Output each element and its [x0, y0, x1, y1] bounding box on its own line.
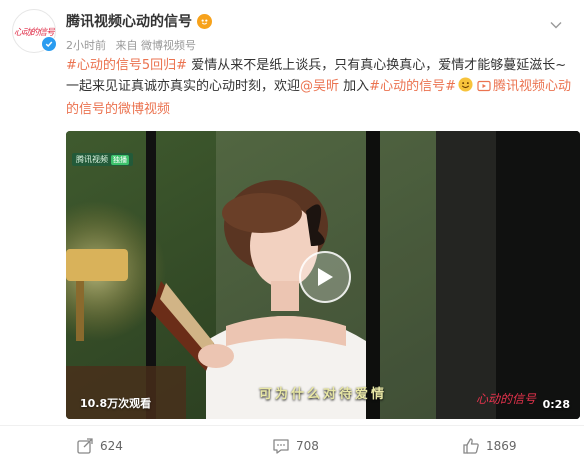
avatar[interactable]: 心动的信号	[12, 9, 57, 53]
brand-sub: 独播	[111, 154, 129, 165]
hashtag-link-2[interactable]: #心动的信号#	[369, 79, 456, 94]
comment-button[interactable]: 708	[272, 433, 319, 459]
fan-badge-icon[interactable]	[197, 13, 212, 29]
post-text-2: 加入	[339, 79, 370, 94]
play-button[interactable]	[299, 251, 351, 303]
thumbs-up-icon	[463, 438, 479, 454]
video-player[interactable]: 腾讯视频 独播 可为什么对待爱情 10.8万次观看 心动的信号 0:28	[66, 131, 580, 419]
like-button[interactable]: 1869	[462, 433, 517, 459]
post-time[interactable]: 2小时前	[66, 39, 106, 52]
chevron-down-icon[interactable]	[550, 14, 562, 33]
divider	[0, 425, 584, 426]
play-icon	[318, 268, 333, 286]
post-meta: 2小时前 来自 微博视频号	[66, 37, 202, 53]
like-count: 1869	[486, 439, 517, 453]
share-button[interactable]: 624	[76, 433, 123, 459]
author-row: 腾讯视频心动的信号	[66, 11, 212, 31]
share-count: 624	[100, 439, 123, 453]
weibo-post: 心动的信号 腾讯视频心动的信号 2小时前 来自 微博视频号 #心动的信号5回归#…	[0, 0, 584, 460]
author-name[interactable]: 腾讯视频心动的信号	[66, 11, 192, 31]
post-content: #心动的信号5回归# 爱情从来不是纸上谈兵，只有真心换真心，爱情才能够蔓延滋长~…	[66, 55, 578, 120]
share-icon	[77, 438, 93, 454]
video-duration: 0:28	[542, 398, 570, 411]
brand-name: 腾讯视频	[76, 155, 108, 164]
brand-tag: 腾讯视频 独播	[72, 153, 133, 166]
comment-icon	[273, 439, 289, 454]
video-watermark: 心动的信号	[475, 392, 536, 406]
emoji-icon	[458, 77, 473, 99]
mention-link[interactable]: @吴昕	[300, 79, 339, 94]
view-count: 10.8万次观看	[80, 397, 152, 410]
comment-count: 708	[296, 439, 319, 453]
video-link-icon	[477, 78, 491, 99]
verified-icon	[41, 36, 57, 52]
post-source: 来自 微博视频号	[115, 39, 197, 52]
action-bar: 624 708 1869	[0, 433, 584, 459]
hashtag-link[interactable]: #心动的信号5回归#	[66, 58, 187, 73]
